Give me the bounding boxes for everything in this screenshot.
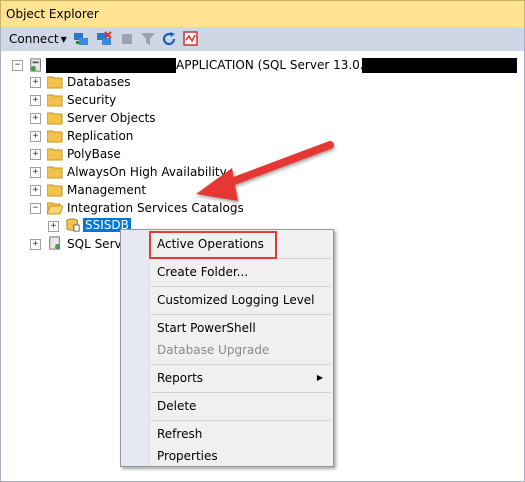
annotation-arrow-icon	[196, 141, 334, 201]
